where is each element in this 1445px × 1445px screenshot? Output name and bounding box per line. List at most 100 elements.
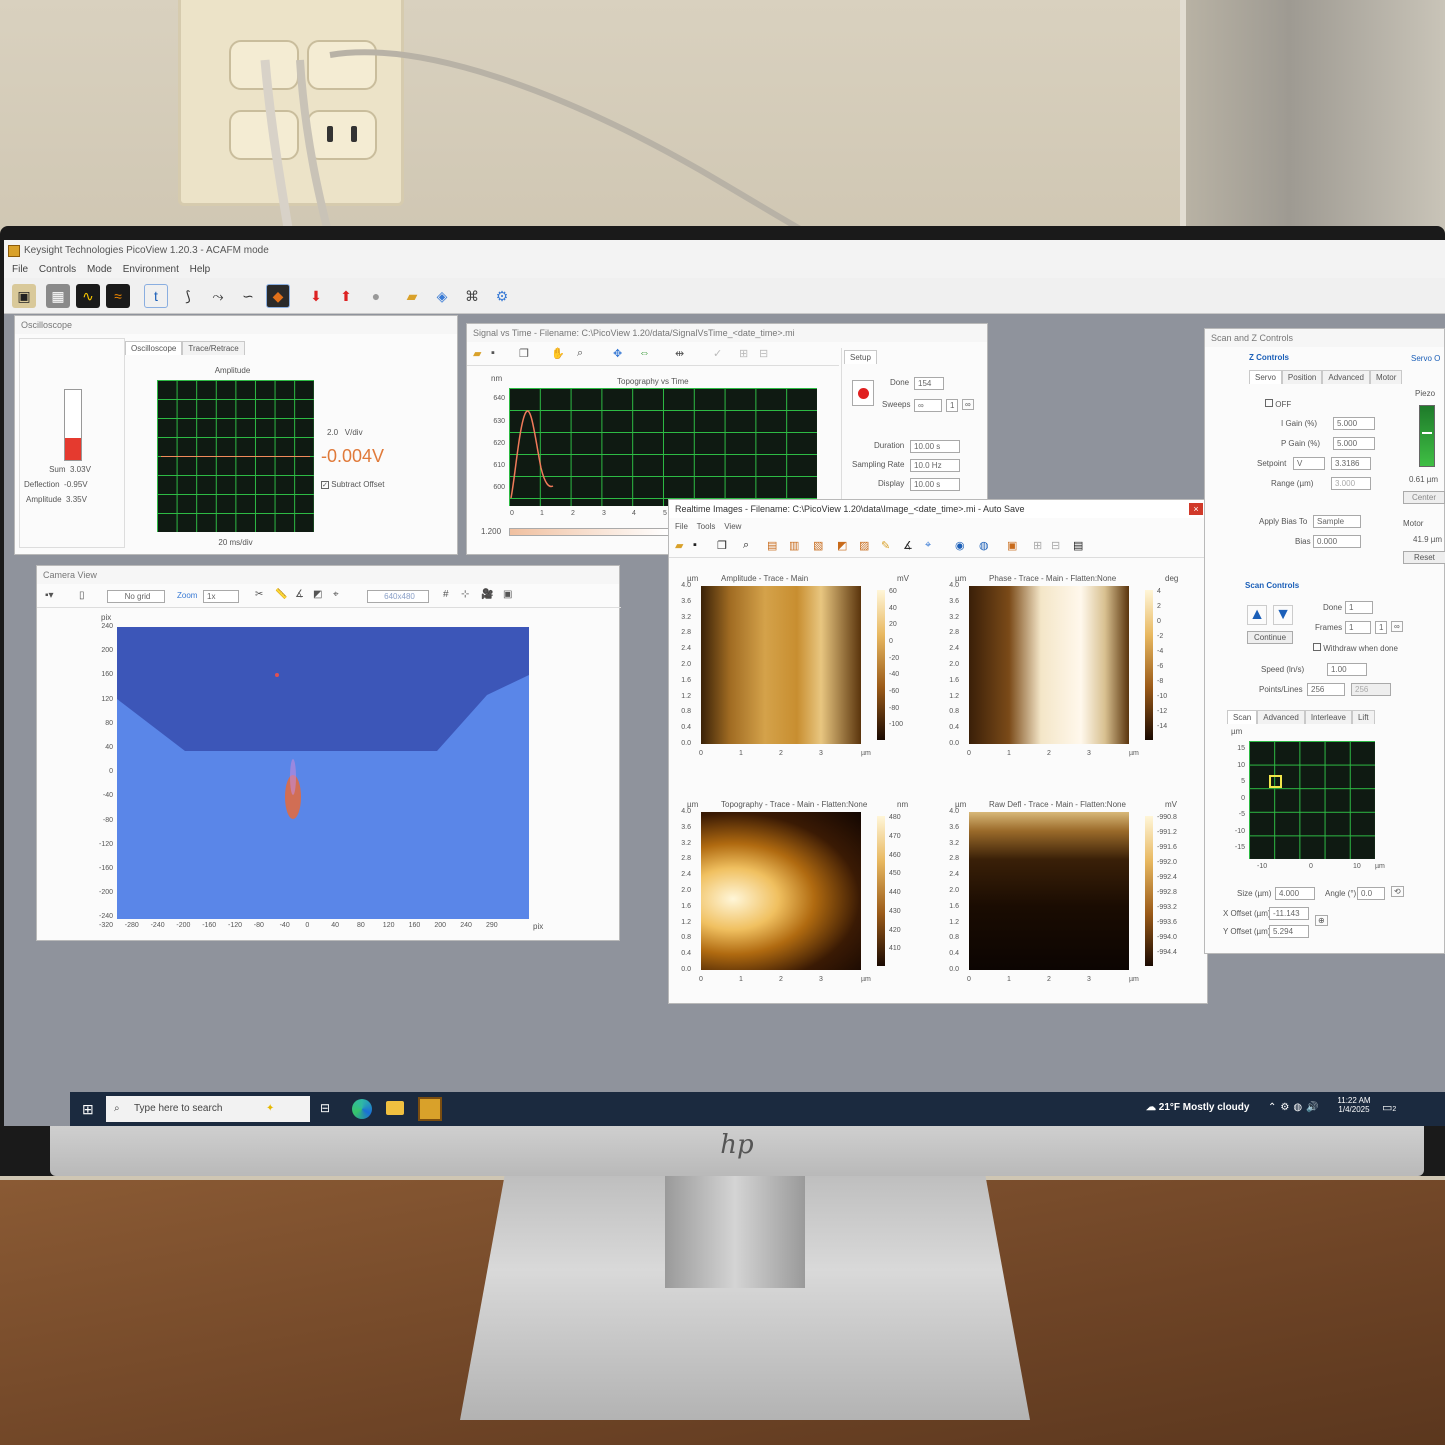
trace-time-icon[interactable]: t bbox=[144, 284, 168, 308]
scan-area-map[interactable] bbox=[1249, 741, 1375, 859]
tab-motor[interactable]: Motor bbox=[1369, 370, 1403, 384]
center-button[interactable]: Center bbox=[1403, 491, 1445, 504]
rt-image-amplitude[interactable] bbox=[701, 586, 861, 744]
setpoint-field[interactable]: 3.3186 bbox=[1331, 457, 1371, 470]
pgain-field[interactable]: 5.000 bbox=[1333, 437, 1375, 450]
tab-interleave[interactable]: Interleave bbox=[1304, 710, 1352, 724]
menu-mode[interactable]: Mode bbox=[87, 262, 112, 278]
sweep-icon[interactable]: ∽ bbox=[236, 284, 260, 308]
windows-start-icon[interactable]: ⊞ bbox=[82, 1101, 94, 1118]
rt-menu-file[interactable]: File bbox=[675, 522, 688, 531]
frames-field[interactable]: 1 bbox=[1345, 621, 1371, 634]
rt-pointer-icon[interactable]: ⌖ bbox=[925, 539, 931, 552]
svt-display-field[interactable]: 10.00 s bbox=[910, 478, 960, 491]
rt-zoom-icon[interactable]: ⌕ bbox=[743, 539, 749, 552]
setpoint-unit-select[interactable]: V bbox=[1293, 457, 1325, 470]
svt-copy-icon[interactable]: ❐ bbox=[519, 347, 529, 360]
weather-widget[interactable]: ☁ 21°F Mostly cloudy bbox=[1146, 1102, 1249, 1113]
menu-file[interactable]: File bbox=[12, 262, 28, 278]
svt-overview-slider[interactable] bbox=[509, 528, 669, 536]
rt-filter-icon[interactable]: ▧ bbox=[813, 539, 823, 552]
tab-position[interactable]: Position bbox=[1281, 370, 1323, 384]
tab-setup[interactable]: Setup bbox=[844, 350, 877, 364]
rt-globe-icon[interactable]: ◍ bbox=[979, 539, 989, 552]
rt-add-icon[interactable]: ⊞ bbox=[1033, 539, 1042, 552]
rt-image-topography[interactable] bbox=[701, 812, 861, 970]
yoffset-field[interactable]: 5.294 bbox=[1269, 925, 1309, 938]
menu-help[interactable]: Help bbox=[190, 262, 211, 278]
rt-image-phase[interactable] bbox=[969, 586, 1129, 744]
rt-flatten-icon[interactable]: ◩ bbox=[837, 539, 847, 552]
camera-record-icon[interactable]: 🎥 bbox=[481, 589, 493, 600]
svt-check-icon[interactable]: ✓ bbox=[713, 347, 722, 360]
rt-copy-icon[interactable]: ❐ bbox=[717, 539, 727, 552]
servo-off-checkbox[interactable] bbox=[1265, 399, 1273, 407]
rt-navigate-icon[interactable]: ◉ bbox=[955, 539, 965, 552]
tab-oscilloscope[interactable]: Oscilloscope bbox=[125, 341, 183, 355]
svt-sweeps-field[interactable]: ∞ bbox=[914, 399, 942, 412]
speed-field[interactable]: 1.00 bbox=[1327, 663, 1367, 676]
lines-select[interactable]: 256 bbox=[1351, 683, 1391, 696]
export-icon[interactable]: ◈ bbox=[430, 284, 454, 308]
image-icon[interactable]: ◆ bbox=[266, 284, 290, 308]
spectroscopy-icon[interactable]: ⟆ bbox=[176, 284, 200, 308]
angle-field[interactable]: 0.0 bbox=[1357, 887, 1385, 900]
file-explorer-icon[interactable] bbox=[386, 1101, 404, 1115]
svt-remove-icon[interactable]: ⊟ bbox=[759, 347, 768, 360]
withdraw-up-icon[interactable]: ⬆ bbox=[334, 284, 358, 308]
oscilloscope-icon[interactable]: ∿ bbox=[76, 284, 100, 308]
signal-icon[interactable]: ≈ bbox=[106, 284, 130, 308]
z-controls-header[interactable]: Z Controls bbox=[1249, 353, 1289, 362]
camera-grid-icon[interactable]: # bbox=[443, 589, 449, 600]
points-select[interactable]: 256 bbox=[1307, 683, 1345, 696]
rt-image-raw-defl[interactable] bbox=[969, 812, 1129, 970]
apply-bias-select[interactable]: Sample bbox=[1313, 515, 1361, 528]
svt-save-icon[interactable]: ▪ bbox=[491, 347, 495, 359]
tab-scan-advanced[interactable]: Advanced bbox=[1257, 710, 1305, 724]
camera-device-icon[interactable]: ▯ bbox=[79, 590, 85, 601]
tab-advanced[interactable]: Advanced bbox=[1322, 370, 1370, 384]
camera-measure-icon[interactable]: 📏 bbox=[275, 589, 287, 600]
camera-snapshot-icon[interactable]: ▣ bbox=[503, 589, 512, 600]
rt-ruler-icon[interactable]: ✎ bbox=[881, 539, 890, 552]
record-button[interactable] bbox=[852, 380, 874, 406]
rt-open-icon[interactable]: ▰ bbox=[675, 539, 683, 552]
tab-trace-retrace[interactable]: Trace/Retrace bbox=[182, 341, 245, 355]
picoview-taskbar-icon[interactable] bbox=[418, 1097, 442, 1121]
rt-menu-view[interactable]: View bbox=[724, 522, 741, 531]
tab-lift[interactable]: Lift bbox=[1351, 710, 1375, 724]
instrument-icon[interactable]: ▣ bbox=[12, 284, 36, 308]
rotate-icon[interactable]: ⟲ bbox=[1391, 886, 1404, 897]
close-icon[interactable]: × bbox=[1189, 503, 1203, 515]
tune-icon[interactable]: ⤳ bbox=[206, 284, 230, 308]
approach-down-icon[interactable]: ⬇ bbox=[304, 284, 328, 308]
rt-3d-icon[interactable]: ▨ bbox=[859, 539, 869, 552]
size-field[interactable]: 4.000 bbox=[1275, 887, 1315, 900]
infinite-sweeps-button[interactable]: ∞ bbox=[962, 399, 974, 410]
camera-save-icon[interactable]: ▪▾ bbox=[45, 590, 54, 601]
grid-select[interactable]: No grid bbox=[107, 590, 165, 603]
frames-count[interactable]: 1 bbox=[1375, 621, 1387, 634]
camera-draw-icon[interactable]: ◩ bbox=[313, 589, 322, 600]
rt-level-icon[interactable]: ▥ bbox=[789, 539, 799, 552]
grid-layout-icon[interactable]: ▦ bbox=[46, 284, 70, 308]
svt-sampling-field[interactable]: 10.0 Hz bbox=[910, 459, 960, 472]
rt-save-icon[interactable]: ▪ bbox=[693, 539, 697, 551]
scan-controls-header[interactable]: Scan Controls bbox=[1245, 581, 1299, 590]
svt-cursor-icon[interactable]: ⇹ bbox=[675, 347, 684, 360]
edge-browser-icon[interactable] bbox=[352, 1099, 372, 1119]
notification-icon[interactable]: ▭2 bbox=[1382, 1101, 1396, 1114]
calibration-icon[interactable]: ⌘ bbox=[460, 284, 484, 308]
tab-servo[interactable]: Servo bbox=[1249, 370, 1282, 384]
camera-angle-icon[interactable]: ∡ bbox=[295, 589, 304, 600]
svt-pan-icon[interactable]: ✋ bbox=[551, 347, 565, 360]
tab-scan[interactable]: Scan bbox=[1227, 710, 1258, 724]
scan-up-button[interactable]: ▲ bbox=[1247, 605, 1267, 625]
zoom-select[interactable]: 1x bbox=[203, 590, 239, 603]
svt-add-icon[interactable]: ⊞ bbox=[739, 347, 748, 360]
svt-sweeps-count[interactable]: 1 bbox=[946, 399, 958, 412]
bias-field[interactable]: 0.000 bbox=[1313, 535, 1361, 548]
camera-pointer-icon[interactable]: ⌖ bbox=[333, 589, 339, 600]
rt-image-icon[interactable]: ▤ bbox=[767, 539, 777, 552]
xoffset-field[interactable]: -11.143 bbox=[1269, 907, 1309, 920]
